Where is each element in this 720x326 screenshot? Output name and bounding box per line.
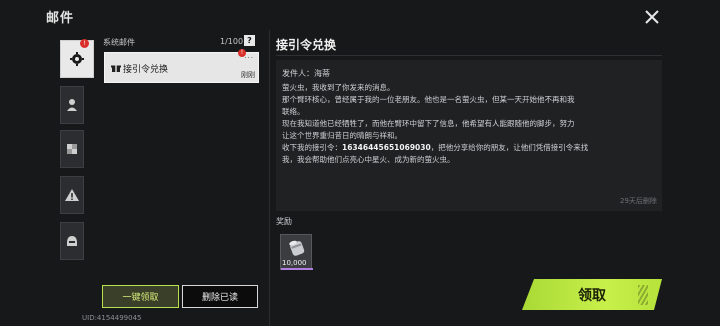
unread-badge: ! [80, 39, 89, 48]
expire-notice: 29天后删除 [620, 197, 657, 205]
mail-count: 1/100 [220, 37, 244, 46]
puzzle-icon [67, 144, 77, 154]
title-divider [276, 55, 662, 56]
canister-icon [289, 240, 305, 256]
claim-button-label: 领取 [578, 287, 606, 304]
warning-icon [65, 189, 79, 201]
close-icon[interactable] [640, 6, 664, 28]
rarity-bar [281, 268, 313, 270]
claim-button[interactable]: 领取 [522, 279, 662, 310]
code-suffix: ，把他分享给你的朋友，让他们凭借接引令来找 [430, 143, 589, 152]
body-code-line: 收下我的接引令：16346445651069030，把他分享给你的朋友，让他们凭… [282, 142, 658, 154]
reward-quantity: 10,000 [282, 259, 307, 267]
person-icon [67, 99, 77, 111]
body-line: 让这个世界重归昔日的晴朗与祥和。 [282, 131, 402, 140]
category-friends[interactable] [60, 222, 84, 260]
body-line: 我，我会帮助他们点亮心中星火、成为新的萤火虫。 [282, 155, 455, 164]
reward-item[interactable]: 10,000 [280, 234, 313, 270]
category-alerts[interactable] [60, 176, 84, 214]
page-title: 邮件 [46, 11, 75, 26]
mail-category-label: 系统邮件 [103, 38, 135, 47]
category-system-mail[interactable] [60, 40, 94, 78]
category-character[interactable] [60, 86, 84, 124]
mail-list-item[interactable]: 接引令兑换 ··· 刚刚 [104, 52, 259, 83]
mail-unread-badge: ! [238, 49, 246, 57]
mail-subject: 接引令兑换 [123, 65, 169, 75]
reward-label: 奖励 [276, 217, 292, 226]
category-items[interactable] [60, 130, 84, 168]
mail-time: 刚刚 [241, 71, 255, 79]
code-prefix: 收下我的接引令： [282, 143, 342, 152]
close-button[interactable] [640, 6, 664, 28]
divider [269, 30, 270, 326]
invite-code[interactable]: 16346445651069030 [342, 143, 431, 152]
body-line: 那个臂环核心，曾经属于我的一位老朋友。他也是一名萤火虫，但某一天开始他不再和我 [282, 95, 575, 104]
mail-sender: 发件人：海蒂 [282, 69, 330, 78]
mail-detail-title: 接引令兑换 [276, 38, 337, 52]
one-key-claim-button[interactable]: 一键领取 [102, 285, 179, 308]
mail-dots: ··· [244, 54, 254, 62]
helmet-icon [67, 236, 77, 246]
body-line: 萤火虫，我收到了你发来的消息。 [282, 83, 395, 92]
body-line: 联络。 [282, 107, 305, 116]
user-id: UID:4154499045 [82, 314, 142, 322]
body-line: 现在我知道他已经牺牲了，而他在臂环中留下了信息，他希望有人能跟随他的脚步，努力 [282, 119, 575, 128]
help-icon[interactable]: ? [244, 35, 255, 46]
gift-icon [111, 65, 121, 72]
delete-read-button[interactable]: 删除已读 [182, 285, 258, 308]
gear-icon [70, 52, 84, 66]
mail-body: 萤火虫，我收到了你发来的消息。 那个臂环核心，曾经属于我的一位老朋友。他也是一名… [282, 82, 658, 166]
